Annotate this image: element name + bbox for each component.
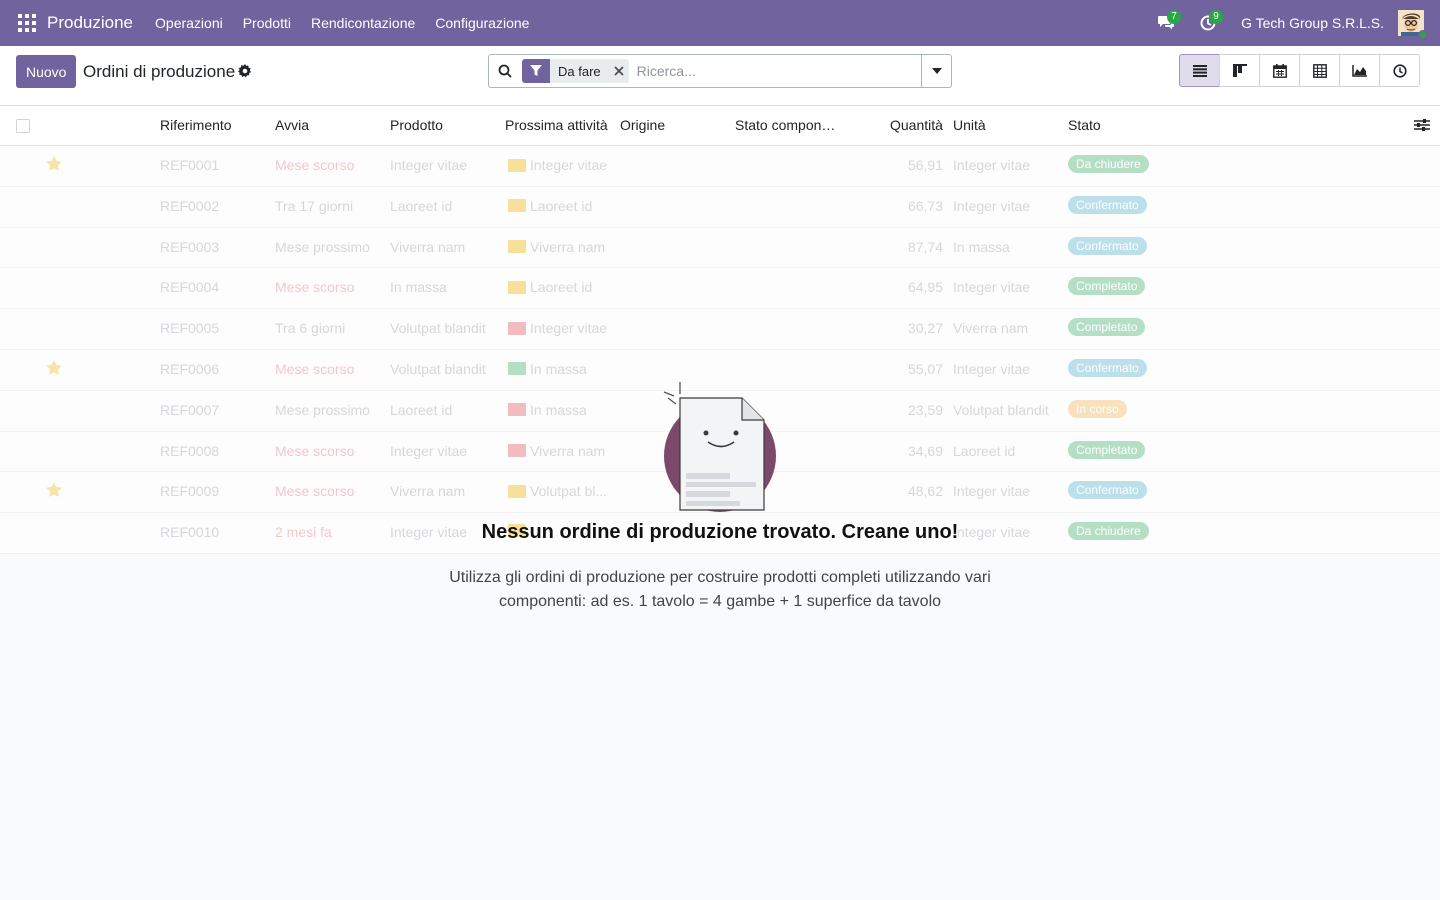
menu-operazioni[interactable]: Operazioni (145, 15, 233, 31)
menu-rendicontazione[interactable]: Rendicontazione (301, 15, 425, 31)
filter-icon (522, 59, 550, 83)
activities-badge: 9 (1209, 10, 1224, 24)
column-riferimento[interactable]: Riferimento (160, 117, 232, 133)
messages-button[interactable]: 7 (1149, 0, 1183, 46)
empty-state-title: Nessun ordine di produzione trovato. Cre… (481, 521, 959, 543)
messages-badge: 7 (1167, 10, 1182, 24)
column-unita[interactable]: Unità (953, 117, 986, 133)
kanban-view-icon[interactable] (1219, 54, 1260, 87)
column-prodotto[interactable]: Prodotto (390, 117, 443, 133)
close-icon[interactable] (609, 66, 629, 76)
empty-document-icon (660, 378, 780, 521)
control-panel: Nuovo Ordini di produzione Da fare (0, 46, 1440, 106)
chevron-down-icon[interactable] (921, 55, 951, 87)
select-all-checkbox[interactable] (16, 119, 30, 133)
gear-icon[interactable] (238, 64, 252, 81)
app-grid-icon[interactable] (18, 14, 36, 32)
filter-facet-label: Da fare (558, 63, 601, 79)
column-origine[interactable]: Origine (620, 117, 665, 133)
company-switcher[interactable]: G Tech Group S.R.L.S. (1241, 15, 1384, 31)
page-title: Ordini di produzione (83, 62, 236, 81)
list-view-icon[interactable] (1179, 54, 1220, 87)
sliders-icon[interactable] (1414, 118, 1430, 135)
search-bar: Da fare (488, 54, 952, 88)
empty-state-text: Utilizza gli ordini di produzione per co… (449, 569, 991, 610)
top-navbar: Produzione Operazioni Prodotti Rendicont… (0, 0, 1440, 46)
online-status-icon (1418, 30, 1428, 40)
graph-view-icon[interactable] (1339, 54, 1380, 87)
view-switcher (1179, 54, 1420, 87)
list-header: Riferimento Avvia Prodotto Prossima atti… (0, 106, 1440, 146)
pivot-view-icon[interactable] (1299, 54, 1340, 87)
activity-view-icon[interactable] (1379, 54, 1420, 87)
search-input[interactable] (628, 56, 921, 86)
calendar-view-icon[interactable] (1259, 54, 1300, 87)
column-avvia[interactable]: Avvia (275, 117, 309, 133)
activities-button[interactable]: 9 (1191, 0, 1225, 46)
new-button[interactable]: Nuovo (16, 55, 77, 88)
app-brand[interactable]: Produzione (47, 13, 133, 33)
column-prossima-attivita[interactable]: Prossima attività (505, 117, 608, 133)
column-stato[interactable]: Stato (1068, 117, 1101, 133)
column-quantita[interactable]: Quantità (890, 117, 943, 133)
search-icon[interactable] (489, 64, 521, 78)
column-stato-componenti[interactable]: Stato compon… (735, 117, 835, 133)
user-avatar[interactable] (1398, 10, 1428, 40)
filter-facet: Da fare (522, 59, 629, 83)
menu-prodotti[interactable]: Prodotti (233, 15, 301, 31)
menu-configurazione[interactable]: Configurazione (425, 15, 539, 31)
